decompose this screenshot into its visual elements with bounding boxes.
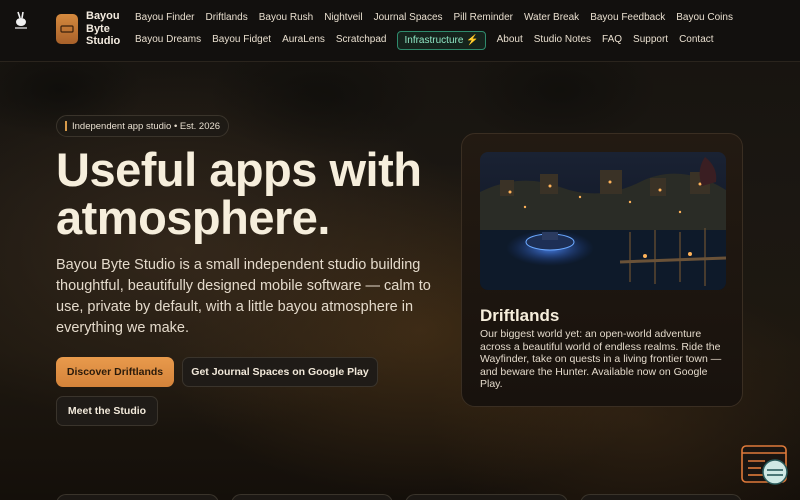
feedback-widget-icon[interactable] [741, 445, 791, 487]
nav-link-bayou-finder[interactable]: Bayou Finder [135, 12, 194, 23]
section-card-edge [230, 494, 393, 500]
nav-link-journal-spaces[interactable]: Journal Spaces [374, 12, 443, 23]
nav-link-bayou-rush[interactable]: Bayou Rush [259, 12, 313, 23]
nav-link-bayou-coins[interactable]: Bayou Coins [676, 12, 733, 23]
card-description: Our biggest world yet: an open-world adv… [480, 328, 722, 390]
pill-accent-bar [65, 121, 67, 131]
nav-link-scratchpad[interactable]: Scratchpad [336, 34, 387, 45]
nav-link-nightveil[interactable]: Nightveil [324, 12, 362, 23]
hero-description: Bayou Byte Studio is a small independent… [56, 257, 431, 336]
site-header: Bayou Byte Studio Bayou Finder Driftland… [0, 0, 800, 62]
rabbit-icon[interactable] [12, 10, 32, 30]
nav-link-contact[interactable]: Contact [679, 34, 713, 45]
nav-link-bayou-dreams[interactable]: Bayou Dreams [135, 34, 201, 45]
nav-row-2: Bayou Dreams Bayou Fidget AuraLens Scrat… [135, 30, 795, 50]
brand[interactable]: Bayou Byte Studio [56, 10, 126, 48]
nav-link-pill-reminder[interactable]: Pill Reminder [454, 12, 513, 23]
nav-link-bayou-fidget[interactable]: Bayou Fidget [212, 34, 271, 45]
nav-link-about[interactable]: About [497, 34, 523, 45]
main-nav: Bayou Finder Driftlands Bayou Rush Night… [135, 10, 795, 54]
next-section-cards [56, 494, 742, 500]
card-title: Driftlands [480, 306, 560, 325]
brand-name: Bayou Byte Studio [86, 10, 121, 47]
nav-link-studio-notes[interactable]: Studio Notes [534, 34, 591, 45]
driftlands-artwork [480, 152, 726, 290]
section-card-edge [579, 494, 742, 500]
hero-title: Useful apps with atmosphere. [56, 143, 422, 244]
nav-link-water-break[interactable]: Water Break [524, 12, 579, 23]
nav-row-1: Bayou Finder Driftlands Bayou Rush Night… [135, 10, 795, 24]
section-card-edge [405, 494, 568, 500]
nav-link-driftlands[interactable]: Driftlands [205, 12, 247, 23]
nav-link-infrastructure[interactable]: Infrastructure ⚡ [397, 30, 486, 50]
meet-studio-button[interactable]: Meet the Studio [56, 396, 158, 426]
featured-app-card[interactable]: Driftlands Our biggest world yet: an ope… [461, 133, 743, 407]
nav-link-faq[interactable]: FAQ [602, 34, 622, 45]
nav-link-auralens[interactable]: AuraLens [282, 34, 325, 45]
pill-text: Independent app studio • Est. 2026 [72, 120, 221, 132]
nav-link-support[interactable]: Support [633, 34, 668, 45]
nav-link-bayou-feedback[interactable]: Bayou Feedback [590, 12, 665, 23]
google-play-button[interactable]: Get Journal Spaces on Google Play [182, 357, 378, 387]
studio-logo-icon [56, 13, 78, 44]
discover-driftlands-button[interactable]: Discover Driftlands [56, 357, 174, 387]
studio-pill-badge: Independent app studio • Est. 2026 [56, 115, 230, 137]
section-card-edge [56, 494, 219, 500]
